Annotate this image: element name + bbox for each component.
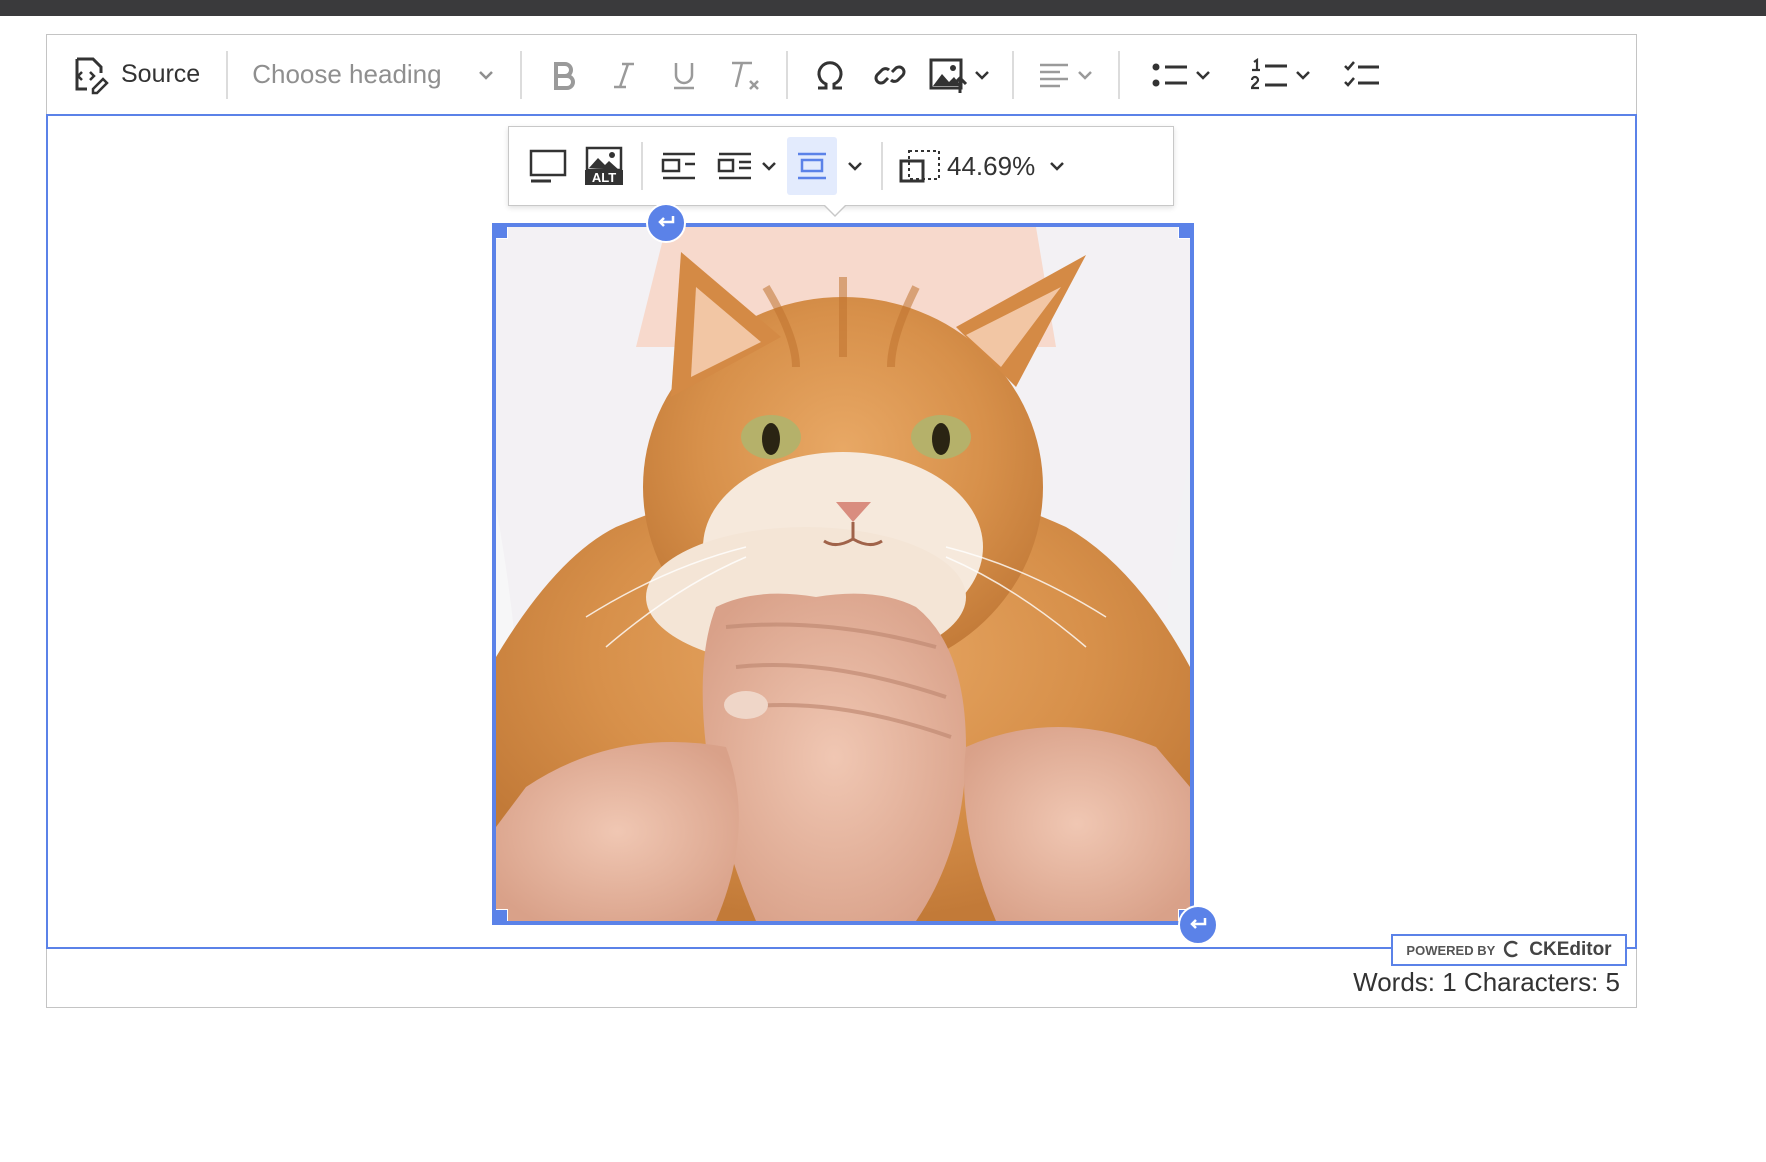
- caption-icon: [529, 148, 567, 184]
- window-top-strip: [0, 0, 1766, 16]
- insert-image-button[interactable]: [920, 49, 1000, 101]
- main-toolbar: Source Choose heading: [47, 35, 1636, 114]
- word-count: Words: 1 Characters: 5: [1353, 967, 1620, 997]
- chevron-down-icon[interactable]: [1293, 65, 1313, 85]
- numbered-list-icon: [1251, 57, 1289, 92]
- todo-list-icon: [1343, 58, 1381, 92]
- resize-image-dropdown[interactable]: 44.69%: [891, 137, 1075, 195]
- source-button[interactable]: Source: [69, 49, 214, 101]
- chevron-down-icon: [1075, 65, 1095, 85]
- toolbar-separator: [520, 50, 523, 99]
- return-icon: [1188, 912, 1208, 938]
- heading-placeholder: Choose heading: [252, 59, 442, 89]
- resize-handle-top-right[interactable]: [1178, 227, 1190, 239]
- cat-photo: [496, 227, 1190, 921]
- bulleted-list-icon: [1151, 58, 1189, 92]
- powered-by-label: POWERED BY: [1406, 942, 1496, 958]
- toolbar-separator: [226, 50, 229, 99]
- underline-button[interactable]: [654, 49, 714, 101]
- chevron-down-icon[interactable]: [972, 65, 992, 85]
- chevron-down-icon[interactable]: [759, 156, 779, 176]
- bulleted-list-button[interactable]: [1132, 49, 1232, 101]
- chevron-down-icon: [1047, 156, 1067, 176]
- resize-handle-top-left[interactable]: [496, 227, 508, 239]
- image-upload-icon: [928, 55, 968, 95]
- selected-image[interactable]: [492, 223, 1194, 925]
- source-icon: [69, 55, 109, 95]
- return-icon: [656, 210, 676, 236]
- balloon-arrow: [823, 204, 847, 217]
- toggle-caption-button[interactable]: [521, 137, 575, 195]
- svg-text:ALT: ALT: [592, 170, 616, 185]
- toolbar-separator: [641, 142, 643, 190]
- wrap-text-inline-button[interactable]: [651, 137, 707, 195]
- toolbar-separator: [786, 50, 789, 99]
- omega-icon: [812, 57, 848, 93]
- center-image-icon: [795, 150, 829, 182]
- resize-image-icon: [899, 149, 941, 183]
- wrap-text-button[interactable]: [707, 137, 787, 195]
- toolbar-separator: [1012, 50, 1015, 99]
- remove-format-icon: [726, 57, 762, 93]
- alignment-dropdown[interactable]: [1026, 49, 1106, 101]
- italic-button[interactable]: [594, 49, 654, 101]
- editor: Source Choose heading ALT 44.69% POWERED…: [46, 34, 1637, 1008]
- break-text-dropdown[interactable]: [837, 137, 873, 195]
- alt-text-button[interactable]: ALT: [575, 137, 633, 195]
- insert-paragraph-after-button[interactable]: [1178, 905, 1218, 945]
- toolbar-separator: [1118, 50, 1121, 99]
- chevron-down-icon[interactable]: [1193, 65, 1213, 85]
- todo-list-button[interactable]: [1332, 49, 1392, 101]
- break-text-button[interactable]: [787, 137, 837, 195]
- insert-paragraph-before-button[interactable]: [646, 203, 686, 243]
- bold-icon: [548, 59, 580, 91]
- image-toolbar: ALT 44.69%: [508, 126, 1174, 217]
- resize-handle-bottom-left[interactable]: [496, 909, 508, 921]
- editable-area[interactable]: ALT 44.69%: [46, 114, 1637, 949]
- numbered-list-button[interactable]: [1232, 49, 1332, 101]
- chevron-down-icon: [476, 65, 496, 85]
- toolbar-separator: [881, 142, 883, 190]
- ckeditor-logo-icon: [1503, 940, 1521, 961]
- heading-dropdown[interactable]: Choose heading: [240, 49, 508, 101]
- source-label: Source: [121, 60, 201, 88]
- alt-text-icon: ALT: [583, 146, 625, 186]
- powered-by-badge[interactable]: POWERED BY CKEditor: [1391, 934, 1627, 966]
- underline-icon: [668, 59, 700, 91]
- brand-name: CKEditor: [1529, 939, 1612, 960]
- link-icon: [873, 58, 907, 92]
- bold-button[interactable]: [534, 49, 594, 101]
- special-characters-button[interactable]: [800, 49, 860, 101]
- chevron-down-icon: [845, 156, 865, 176]
- wrap-text-icon: [715, 150, 755, 182]
- resize-value: 44.69%: [947, 150, 1036, 181]
- link-button[interactable]: [860, 49, 920, 101]
- remove-format-button[interactable]: [714, 49, 774, 101]
- italic-icon: [608, 59, 640, 91]
- align-left-icon: [1037, 58, 1071, 92]
- inline-image-icon: [659, 150, 699, 182]
